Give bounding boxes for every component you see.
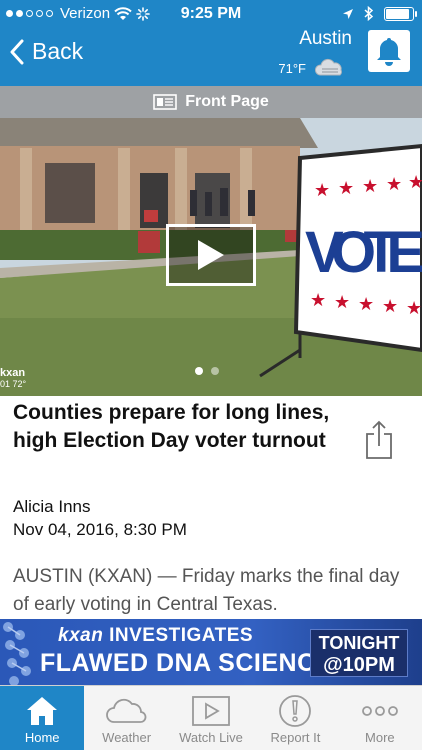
cloud-icon <box>314 58 342 76</box>
tab-watch-live-label: Watch Live <box>179 730 243 745</box>
status-bar: Verizon 9:25 PM <box>0 0 422 28</box>
play-button[interactable] <box>166 224 256 286</box>
ad-brand: kxan <box>58 625 104 646</box>
ad-investigates: INVESTIGATES <box>109 625 254 646</box>
bluetooth-icon <box>364 6 374 21</box>
tab-home-label: Home <box>24 730 60 745</box>
svg-text:★: ★ <box>382 296 398 317</box>
tab-weather-label: Weather <box>102 730 152 745</box>
tab-watch-live[interactable]: Watch Live <box>169 686 253 750</box>
svg-text:★: ★ <box>408 172 422 193</box>
svg-text:★: ★ <box>362 176 378 197</box>
ad-tonight: TONIGHT <box>318 633 400 653</box>
bell-icon <box>377 38 401 66</box>
tab-more[interactable]: More <box>338 686 422 750</box>
hero-video[interactable]: ★ ★ ★ ★ ★ ★ ★ ★ ★ ★ VOTE kxan 01 72° <box>0 118 422 396</box>
home-icon <box>27 697 58 725</box>
watermark-sub: 01 72° <box>0 379 27 389</box>
svg-text:★: ★ <box>334 292 350 313</box>
ad-airtime: @10PM <box>323 654 395 676</box>
carousel-pager <box>195 367 219 375</box>
play-icon <box>198 240 224 270</box>
share-button[interactable] <box>364 420 394 460</box>
top-bar: Verizon 9:25 PM Back Austin 71°F <box>0 0 422 86</box>
vote-sign-text: VOTE <box>305 220 422 285</box>
back-button[interactable]: Back <box>10 38 83 65</box>
ad-line-1: kxan INVESTIGATES <box>58 625 253 647</box>
play-icon <box>192 696 230 726</box>
ad-banner[interactable]: kxan INVESTIGATES FLAWED DNA SCIENCE TON… <box>0 619 422 685</box>
tab-weather[interactable]: Weather <box>84 686 168 750</box>
section-title: Front Page <box>185 93 269 110</box>
share-icon <box>366 420 392 459</box>
svg-text:★: ★ <box>314 180 330 201</box>
tab-home[interactable]: Home <box>0 686 85 750</box>
tab-bar: Home Weather Watch Live Report It More <box>0 685 422 750</box>
article-author: Alicia Inns <box>13 497 91 516</box>
back-label: Back <box>32 38 84 64</box>
alert-icon <box>279 695 312 727</box>
pager-dot-2[interactable] <box>211 367 219 375</box>
tab-more-label: More <box>365 730 395 745</box>
svg-text:★: ★ <box>386 174 402 195</box>
weather-temperature: 71°F <box>278 60 306 76</box>
article-lead: AUSTIN (KXAN) — Friday marks the final d… <box>13 566 400 615</box>
svg-text:★: ★ <box>338 178 354 199</box>
watermark-brand: kxan <box>0 367 26 379</box>
more-icon <box>361 706 398 716</box>
svg-text:★: ★ <box>310 290 326 311</box>
article-date: Nov 04, 2016, 8:30 PM <box>13 520 187 539</box>
svg-text:★: ★ <box>406 298 422 319</box>
status-right-group <box>342 6 417 21</box>
weather-temp-group[interactable]: 71°F <box>278 58 346 78</box>
svg-text:★: ★ <box>358 294 374 315</box>
battery-icon <box>384 6 417 21</box>
section-header: Front Page <box>0 86 422 118</box>
chevron-left-icon <box>10 39 24 64</box>
weather-city[interactable]: Austin <box>299 28 352 50</box>
tab-report-it-label: Report It <box>270 730 321 745</box>
newspaper-icon <box>153 94 178 110</box>
alerts-button[interactable] <box>368 30 410 72</box>
ad-airtime-box: TONIGHT @10PM <box>310 629 408 677</box>
tab-report-it[interactable]: Report It <box>253 686 337 750</box>
cloud-icon <box>105 698 147 723</box>
location-arrow-icon <box>343 8 353 19</box>
ad-line-2: FLAWED DNA SCIENCE <box>40 649 333 677</box>
station-watermark: kxan 01 72° <box>0 368 26 390</box>
article-headline: Counties prepare for long lines, high El… <box>13 401 330 452</box>
pager-dot-1[interactable] <box>195 367 203 375</box>
